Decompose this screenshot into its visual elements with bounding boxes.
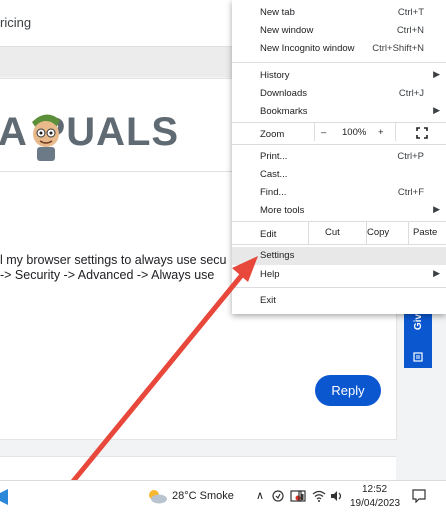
menu-item-print[interactable]: Print... Ctrl+P [232, 148, 446, 166]
chevron-right-icon: ▶ [433, 105, 440, 115]
menu-item-downloads[interactable]: Downloads Ctrl+J [232, 85, 446, 103]
volume-icon[interactable] [330, 490, 344, 502]
menu-separator [232, 287, 446, 288]
menu-item-cast[interactable]: Cast... [232, 166, 446, 184]
chevron-right-icon: ▶ [433, 69, 440, 79]
menu-item-new-incognito[interactable]: New Incognito window Ctrl+Shift+N [232, 40, 446, 58]
menu-item-more-tools[interactable]: More tools ▶ [232, 202, 446, 220]
chevron-up-icon[interactable]: ∧ [256, 489, 264, 502]
menu-separator [232, 244, 446, 245]
menu-item-new-tab[interactable]: New tab Ctrl+T [232, 4, 446, 22]
chrome-menu: New tab Ctrl+T New window Ctrl+N New Inc… [232, 0, 446, 314]
zoom-in-button[interactable]: + [378, 127, 384, 138]
windows-taskbar: 28°C Smoke ∧ 12:52 19/04/2023 [0, 480, 446, 513]
next-card [0, 456, 396, 483]
weather-text[interactable]: 28°C Smoke [172, 490, 234, 502]
menu-item-bookmarks[interactable]: Bookmarks ▶ [232, 103, 446, 121]
menu-item-exit[interactable]: Exit [232, 292, 446, 310]
app-icon[interactable] [0, 489, 10, 505]
post-text-line-2: -> Security -> Advanced -> Always use [0, 268, 215, 282]
fullscreen-icon[interactable] [416, 127, 428, 139]
menu-separator [232, 62, 446, 63]
wifi-icon[interactable] [312, 490, 326, 502]
post-text-line-1: l my browser settings to always use secu [0, 253, 227, 267]
tray-icon[interactable] [272, 490, 284, 502]
weather-icon [149, 490, 167, 504]
clock-date[interactable]: 19/04/2023 [350, 498, 400, 509]
chevron-right-icon: ▶ [433, 268, 440, 278]
battery-icon[interactable] [296, 490, 308, 502]
cut-button[interactable]: Cut [325, 227, 340, 238]
zoom-out-button[interactable]: – [321, 127, 326, 138]
menu-item-history[interactable]: History ▶ [232, 67, 446, 85]
menu-item-help[interactable]: Help ▶ [232, 266, 446, 284]
menu-item-settings[interactable]: Settings [232, 247, 446, 265]
pricing-text[interactable]: ricing [0, 15, 31, 30]
appuals-logo: A PUALS [0, 108, 228, 164]
zoom-level: 100% [342, 127, 367, 138]
menu-item-new-window[interactable]: New window Ctrl+N [232, 22, 446, 40]
clock-time[interactable]: 12:52 [362, 484, 387, 495]
menu-separator [232, 144, 446, 145]
mascot-icon [32, 114, 60, 161]
chevron-right-icon: ▶ [433, 204, 440, 214]
notification-icon[interactable] [412, 489, 426, 503]
feedback-icon [413, 352, 423, 362]
menu-item-find[interactable]: Find... Ctrl+F [232, 184, 446, 202]
copy-button[interactable]: Copy [367, 227, 389, 238]
reply-button[interactable]: Reply [315, 375, 381, 406]
paste-button[interactable]: Paste [413, 227, 437, 238]
